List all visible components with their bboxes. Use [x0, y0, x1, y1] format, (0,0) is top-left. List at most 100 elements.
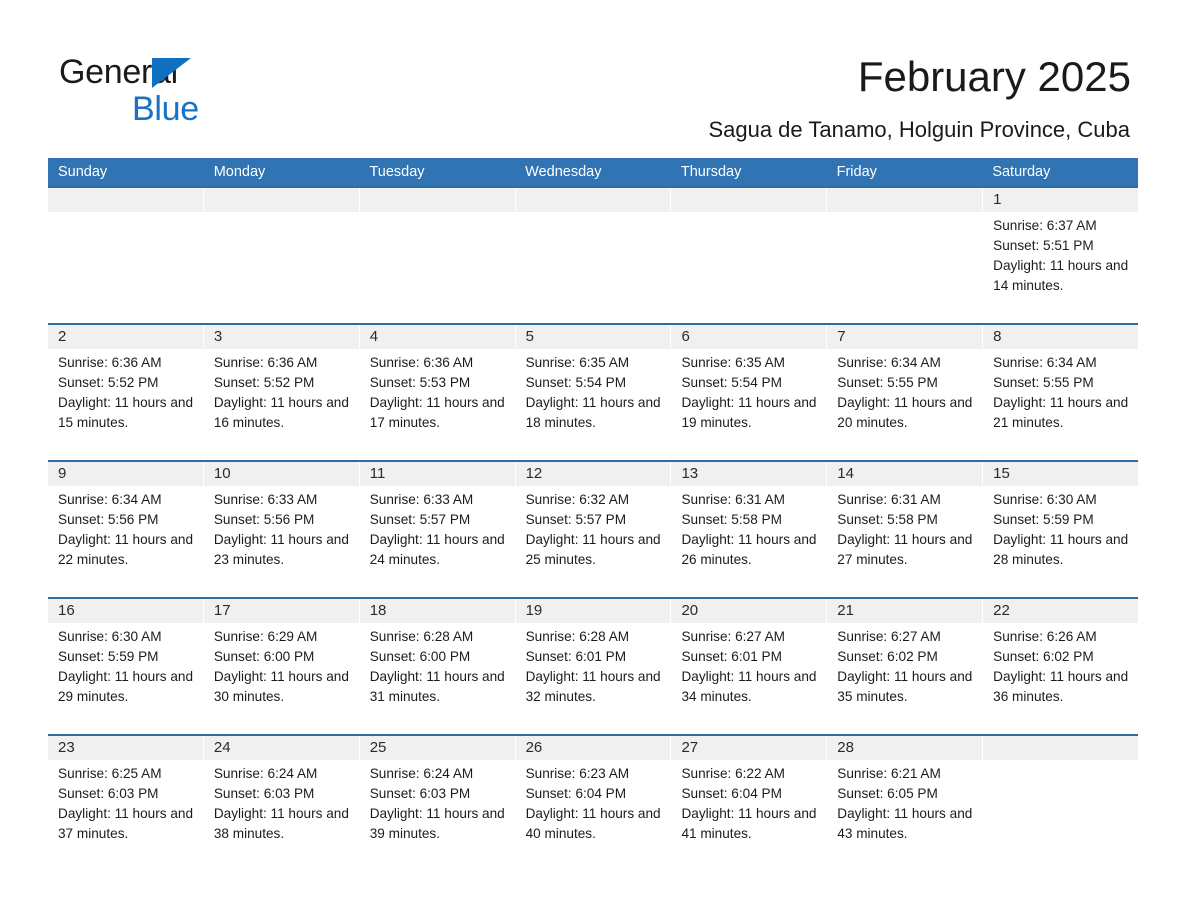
day-details: Sunrise: 6:22 AM Sunset: 6:04 PM Daylight:…	[671, 760, 826, 844]
calendar-week-row: 9 Sunrise: 6:34 AM Sunset: 5:56 PM Daylight…	[48, 460, 1139, 591]
daylight-text: Daylight: 11 hours and 43 minutes.	[837, 806, 973, 841]
calendar-week-row: 2 Sunrise: 6:36 AM Sunset: 5:52 PM Daylight…	[48, 323, 1139, 454]
day-details: Sunrise: 6:34 AM Sunset: 5:56 PM Daylight:…	[48, 486, 203, 570]
sunrise-text: Sunrise: 6:28 AM	[369, 629, 474, 644]
day-number: 11	[359, 462, 515, 486]
sunset-text: Sunset: 6:03 PM	[213, 786, 315, 801]
day-number: 23	[48, 736, 203, 760]
day-cell[interactable]: 21 Sunrise: 6:27 AM Sunset: 6:02 PM Dayligh…	[827, 599, 984, 728]
week-cells: 23 Sunrise: 6:25 AM Sunset: 6:03 PM Dayligh…	[48, 736, 1139, 865]
weekday-header-friday: Friday	[836, 164, 877, 180]
generalblue-logo[interactable]: General Blue	[59, 52, 319, 132]
day-cell[interactable]: 17 Sunrise: 6:29 AM Sunset: 6:00 PM Dayligh…	[203, 599, 360, 728]
day-number: 9	[48, 462, 203, 486]
day-number: 22	[983, 599, 1139, 623]
day-cell[interactable]: 24 Sunrise: 6:24 AM Sunset: 6:03 PM Dayligh…	[203, 736, 360, 865]
day-cell-empty	[48, 188, 204, 317]
day-cell[interactable]: 25 Sunrise: 6:24 AM Sunset: 6:03 PM Dayligh…	[359, 736, 516, 865]
day-cell[interactable]: 5 Sunrise: 6:35 AM Sunset: 5:54 PM Daylight…	[515, 325, 672, 454]
sunset-text: Sunset: 6:02 PM	[993, 649, 1094, 664]
day-cell[interactable]: 4 Sunrise: 6:36 AM Sunset: 5:53 PM Daylight…	[359, 325, 516, 454]
week-cells: 9 Sunrise: 6:34 AM Sunset: 5:56 PM Daylight…	[48, 462, 1139, 591]
day-cell[interactable]: 6 Sunrise: 6:35 AM Sunset: 5:54 PM Daylight…	[671, 325, 828, 454]
calendar-page: General Blue February 2025 Sagua de Tana…	[0, 0, 1188, 918]
sunrise-text: Sunrise: 6:27 AM	[837, 629, 941, 644]
daylight-text: Daylight: 11 hours and 32 minutes.	[525, 669, 661, 704]
day-cell[interactable]: 11 Sunrise: 6:33 AM Sunset: 5:57 PM Dayligh…	[359, 462, 516, 591]
day-cell[interactable]: 20 Sunrise: 6:27 AM Sunset: 6:01 PM Dayligh…	[671, 599, 828, 728]
day-number	[48, 188, 203, 212]
calendar-week-row: 23 Sunrise: 6:25 AM Sunset: 6:03 PM Dayligh…	[48, 734, 1139, 865]
day-cell[interactable]: 26 Sunrise: 6:23 AM Sunset: 6:04 PM Dayligh…	[515, 736, 672, 865]
day-number: 3	[203, 325, 359, 349]
week-cells: 2 Sunrise: 6:36 AM Sunset: 5:52 PM Daylight…	[48, 325, 1139, 454]
sunrise-text: Sunrise: 6:36 AM	[58, 355, 162, 370]
daylight-text: Daylight: 11 hours and 30 minutes.	[213, 669, 349, 704]
day-cell[interactable]: 8 Sunrise: 6:34 AM Sunset: 5:55 PM Daylight…	[983, 325, 1139, 454]
sunset-text: Sunset: 5:59 PM	[993, 512, 1094, 527]
day-number: 18	[359, 599, 515, 623]
day-details: Sunrise: 6:25 AM Sunset: 6:03 PM Daylight:…	[48, 760, 203, 844]
day-number: 24	[203, 736, 359, 760]
daylight-text: Daylight: 11 hours and 40 minutes.	[525, 806, 661, 841]
day-cell[interactable]: 22 Sunrise: 6:26 AM Sunset: 6:02 PM Dayligh…	[983, 599, 1139, 728]
day-cell[interactable]: 14 Sunrise: 6:31 AM Sunset: 5:58 PM Dayligh…	[827, 462, 984, 591]
day-details: Sunrise: 6:33 AM Sunset: 5:57 PM Daylight:…	[360, 486, 515, 570]
day-cell[interactable]: 2 Sunrise: 6:36 AM Sunset: 5:52 PM Daylight…	[48, 325, 204, 454]
calendar-week-row: 1 Sunrise: 6:37 AM Sunset: 5:51 PM Daylight…	[48, 186, 1139, 317]
day-cell[interactable]: 27 Sunrise: 6:22 AM Sunset: 6:04 PM Dayligh…	[671, 736, 828, 865]
sunset-text: Sunset: 5:54 PM	[525, 375, 627, 390]
sunset-text: Sunset: 6:01 PM	[525, 649, 627, 664]
day-cell[interactable]: 23 Sunrise: 6:25 AM Sunset: 6:03 PM Dayligh…	[48, 736, 204, 865]
sunrise-text: Sunrise: 6:32 AM	[525, 492, 630, 507]
sunrise-text: Sunrise: 6:34 AM	[58, 492, 162, 507]
day-cell[interactable]: 7 Sunrise: 6:34 AM Sunset: 5:55 PM Daylight…	[827, 325, 984, 454]
day-cell[interactable]: 16 Sunrise: 6:30 AM Sunset: 5:59 PM Dayligh…	[48, 599, 204, 728]
day-cell[interactable]: 13 Sunrise: 6:31 AM Sunset: 5:58 PM Dayligh…	[671, 462, 828, 591]
day-details: Sunrise: 6:35 AM Sunset: 5:54 PM Daylight:…	[516, 349, 671, 433]
day-cell[interactable]: 3 Sunrise: 6:36 AM Sunset: 5:52 PM Daylight…	[203, 325, 360, 454]
sunrise-text: Sunrise: 6:35 AM	[681, 355, 785, 370]
day-cell[interactable]: 10 Sunrise: 6:33 AM Sunset: 5:56 PM Dayligh…	[203, 462, 360, 591]
day-number: 20	[671, 599, 827, 623]
day-cell-empty	[359, 188, 516, 317]
sunrise-text: Sunrise: 6:33 AM	[369, 492, 474, 507]
daylight-text: Daylight: 11 hours and 24 minutes.	[369, 532, 505, 567]
weekday-header-thursday: Thursday	[680, 164, 742, 180]
day-details: Sunrise: 6:35 AM Sunset: 5:54 PM Daylight:…	[671, 349, 826, 433]
day-details: Sunrise: 6:32 AM Sunset: 5:57 PM Daylight:…	[516, 486, 671, 570]
sunset-text: Sunset: 6:04 PM	[525, 786, 627, 801]
day-details: Sunrise: 6:27 AM Sunset: 6:02 PM Daylight:…	[827, 623, 982, 707]
day-cell[interactable]: 28 Sunrise: 6:21 AM Sunset: 6:05 PM Dayligh…	[827, 736, 984, 865]
daylight-text: Daylight: 11 hours and 31 minutes.	[369, 669, 505, 704]
sunrise-text: Sunrise: 6:33 AM	[213, 492, 318, 507]
sunrise-text: Sunrise: 6:36 AM	[369, 355, 474, 370]
weekday-header-row: Sunday Monday Tuesday Wednesday Thursday…	[48, 158, 1138, 186]
day-number: 28	[827, 736, 983, 760]
day-number: 17	[203, 599, 359, 623]
sunset-text: Sunset: 5:55 PM	[837, 375, 938, 390]
day-cell[interactable]: 19 Sunrise: 6:28 AM Sunset: 6:01 PM Dayligh…	[515, 599, 672, 728]
daylight-text: Daylight: 11 hours and 17 minutes.	[369, 395, 505, 430]
daylight-text: Daylight: 11 hours and 34 minutes.	[681, 669, 817, 704]
calendar-grid: Sunday Monday Tuesday Wednesday Thursday…	[48, 158, 1139, 865]
sunrise-text: Sunrise: 6:24 AM	[369, 766, 474, 781]
sunset-text: Sunset: 5:57 PM	[525, 512, 627, 527]
day-number: 26	[515, 736, 671, 760]
week-cells: 1 Sunrise: 6:37 AM Sunset: 5:51 PM Daylight…	[48, 188, 1139, 317]
day-cell[interactable]: 1 Sunrise: 6:37 AM Sunset: 5:51 PM Daylight…	[983, 188, 1139, 317]
day-details: Sunrise: 6:23 AM Sunset: 6:04 PM Daylight:…	[516, 760, 671, 844]
day-cell[interactable]: 18 Sunrise: 6:28 AM Sunset: 6:00 PM Dayligh…	[359, 599, 516, 728]
day-cell[interactable]: 15 Sunrise: 6:30 AM Sunset: 5:59 PM Dayligh…	[983, 462, 1139, 591]
day-cell[interactable]: 12 Sunrise: 6:32 AM Sunset: 5:57 PM Dayligh…	[515, 462, 672, 591]
day-cell-empty	[671, 188, 828, 317]
day-number: 6	[671, 325, 827, 349]
day-number: 19	[515, 599, 671, 623]
day-details: Sunrise: 6:31 AM Sunset: 5:58 PM Daylight:…	[671, 486, 826, 570]
day-number	[359, 188, 515, 212]
day-details: Sunrise: 6:29 AM Sunset: 6:00 PM Daylight:…	[204, 623, 359, 707]
sunset-text: Sunset: 6:03 PM	[369, 786, 471, 801]
sunrise-text: Sunrise: 6:28 AM	[525, 629, 630, 644]
day-number: 4	[359, 325, 515, 349]
day-cell[interactable]: 9 Sunrise: 6:34 AM Sunset: 5:56 PM Daylight…	[48, 462, 204, 591]
